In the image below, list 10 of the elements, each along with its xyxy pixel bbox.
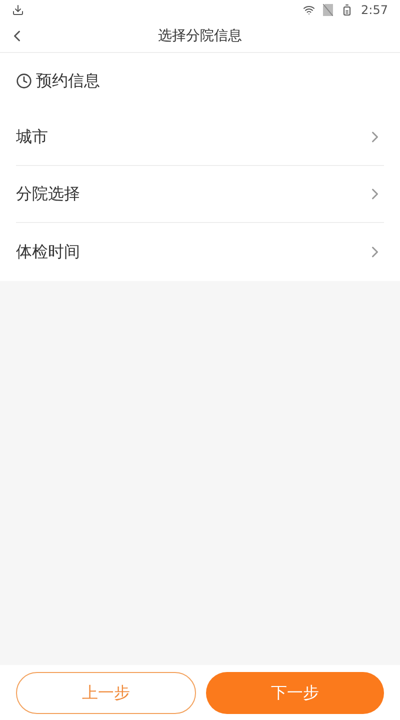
clock-icon xyxy=(16,73,32,89)
list-item[interactable]: 体检时间 xyxy=(16,223,384,280)
list-item[interactable]: 城市 xyxy=(16,109,384,166)
section-title: 预约信息 xyxy=(36,70,100,92)
no-sim-icon xyxy=(323,4,334,16)
battery-icon xyxy=(341,4,354,16)
download-icon xyxy=(12,4,24,16)
status-time: 2:57 xyxy=(361,2,388,19)
list-item[interactable]: 分院选择 xyxy=(16,166,384,223)
header-title: 选择分院信息 xyxy=(158,26,242,46)
